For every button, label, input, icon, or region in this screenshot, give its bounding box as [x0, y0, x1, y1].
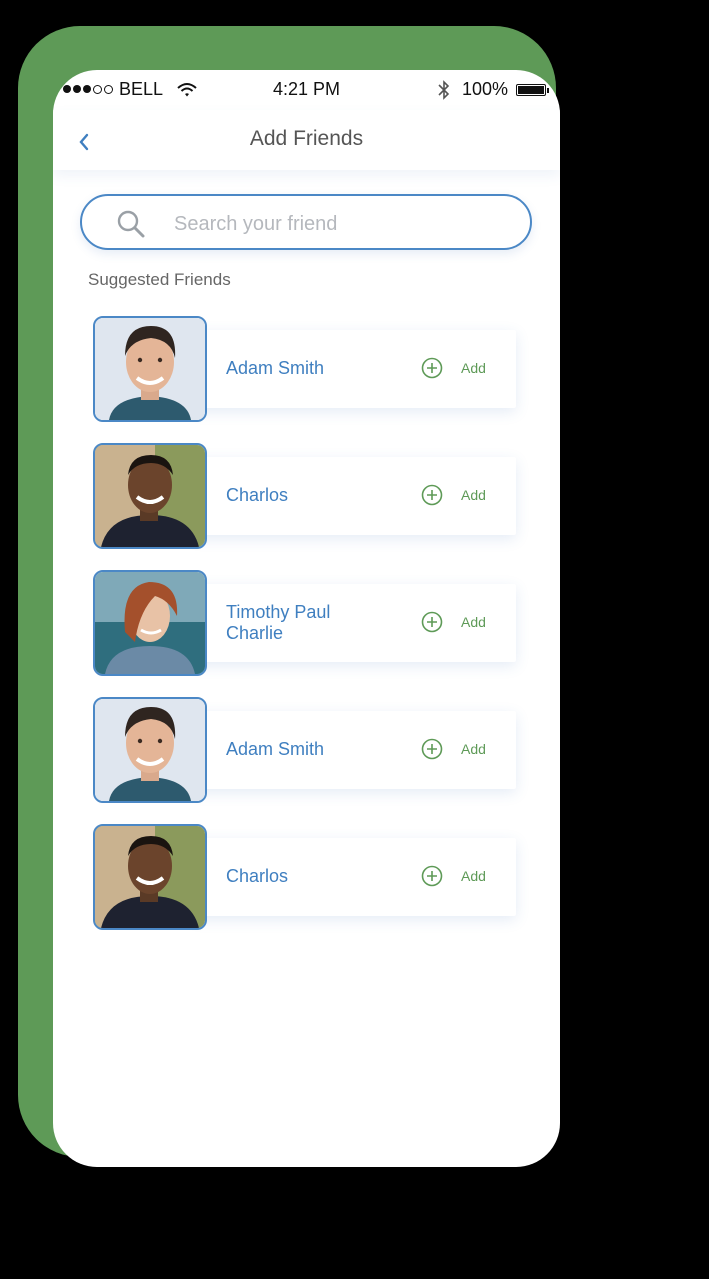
add-friend-button[interactable]: Add: [421, 357, 486, 379]
add-label: Add: [461, 487, 486, 503]
friend-card: Adam Smith Add: [93, 697, 523, 805]
bluetooth-icon: [438, 79, 450, 100]
search-input[interactable]: [172, 208, 496, 240]
add-friend-button[interactable]: Add: [421, 865, 486, 887]
add-friend-button[interactable]: Add: [421, 611, 486, 633]
phone-frame: BELL 4:21 PM 100% Add Friends Search you…: [18, 26, 560, 1167]
plus-circle-icon: [421, 484, 443, 506]
add-label: Add: [461, 741, 486, 757]
add-friend-button[interactable]: Add: [421, 738, 486, 760]
friend-card: Adam Smith Add: [93, 316, 523, 424]
friend-name[interactable]: Adam Smith: [226, 358, 396, 379]
plus-circle-icon: [421, 357, 443, 379]
avatar: [93, 316, 207, 422]
avatar: [93, 824, 207, 930]
avatar: [93, 570, 207, 676]
friend-card: Timothy Paul Charlie Add: [93, 570, 523, 678]
add-label: Add: [461, 360, 486, 376]
plus-circle-icon: [421, 611, 443, 633]
friend-name[interactable]: Adam Smith: [226, 739, 396, 760]
status-right: 100%: [438, 79, 549, 100]
status-bar: BELL 4:21 PM 100%: [53, 70, 560, 110]
plus-circle-icon: [421, 865, 443, 887]
battery-icon: [516, 83, 549, 96]
add-label: Add: [461, 614, 486, 630]
friend-name[interactable]: Charlos: [226, 485, 396, 506]
section-heading: Suggested Friends: [88, 270, 231, 289]
search-icon: [117, 210, 145, 238]
friend-card: Charlos Add: [93, 824, 523, 932]
battery-percent: 100%: [461, 79, 508, 99]
app-screen: BELL 4:21 PM 100% Add Friends Search you…: [53, 70, 560, 1167]
plus-circle-icon: [421, 738, 443, 760]
friend-card: Charlos Add: [93, 443, 523, 551]
nav-header: Add Friends: [53, 110, 560, 170]
friend-name[interactable]: Timothy Paul Charlie: [226, 602, 396, 644]
avatar: [93, 443, 207, 549]
page-title: Add Friends: [249, 127, 364, 150]
add-label: Add: [461, 868, 486, 884]
avatar: [93, 697, 207, 803]
search-box[interactable]: [80, 194, 532, 250]
add-friend-button[interactable]: Add: [421, 484, 486, 506]
friend-name[interactable]: Charlos: [226, 866, 396, 887]
